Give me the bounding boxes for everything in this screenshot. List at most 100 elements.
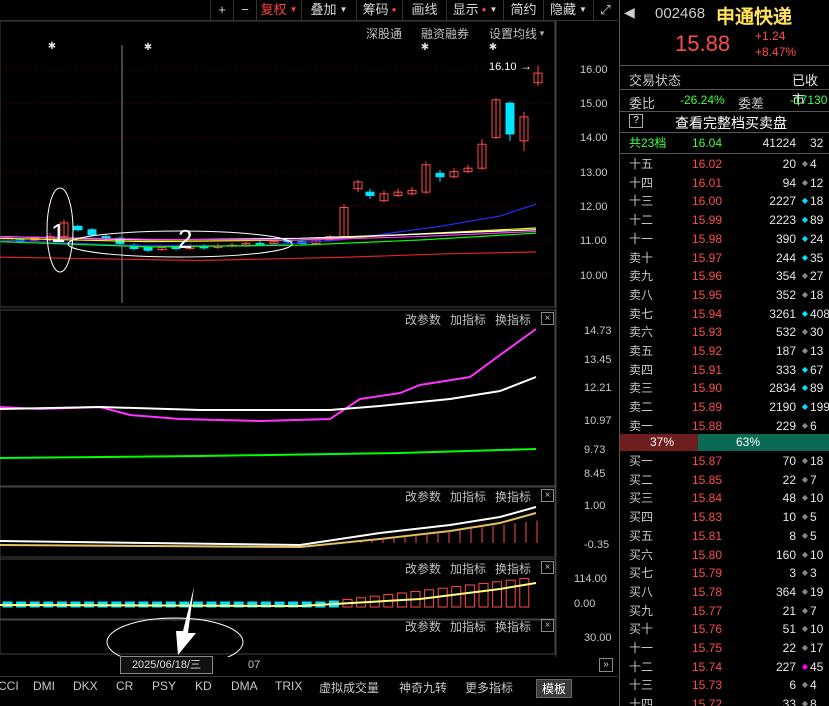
diamond-icon: ◆ — [801, 327, 808, 337]
order-book-row: 十一 15.75 22 17 ◆ — [620, 639, 829, 657]
panel-param-button[interactable]: 改参数 — [405, 618, 441, 635]
indicator-tab[interactable]: DKX — [73, 679, 98, 693]
fullscreen-icon[interactable]: ⤢ — [593, 0, 617, 20]
order-book-lbl: 卖六 — [629, 325, 654, 340]
annotation-1: 1 — [51, 218, 66, 248]
order-book-panel: ◀ 002468 申通快递 15.88 +1.24 +8.47% 交易状态 已收… — [619, 0, 829, 706]
help-icon[interactable]: ? — [629, 114, 643, 128]
panel-add-button[interactable]: 加指标 — [450, 488, 486, 505]
panel-add-button[interactable]: 加指标 — [450, 311, 486, 328]
order-book-price: 15.81 — [692, 528, 723, 543]
ma-settings-link[interactable]: 设置均线 — [489, 25, 537, 42]
indicator-tab[interactable]: CR — [116, 679, 133, 693]
annotation-ellipse-3 — [106, 617, 244, 667]
panel-switch-button[interactable]: 换指标 — [495, 618, 531, 635]
toolbar-button-label: 隐藏 — [550, 2, 577, 17]
indicator-tab[interactable]: CCI — [0, 679, 19, 693]
price-axis-tick: 16.00 — [580, 64, 608, 76]
order-book-vol: 6 — [789, 678, 796, 693]
order-book-extra: 8 — [810, 697, 817, 706]
indicator-tab[interactable]: DMI — [33, 679, 55, 693]
order-book-vol: 229 — [775, 418, 796, 433]
panel-switch-button[interactable]: 换指标 — [495, 488, 531, 505]
indicator-tab[interactable]: PSY — [152, 679, 176, 693]
panel-close-icon[interactable]: × — [541, 561, 554, 574]
ma-settings-caret-icon[interactable]: ▼ — [538, 29, 546, 38]
order-book-vol: 8 — [789, 528, 796, 543]
panel-param-button[interactable]: 改参数 — [405, 311, 441, 328]
order-book-row: 十五 16.02 20 4 ◆ — [620, 155, 829, 173]
margin-trading-link[interactable]: 融资融券 — [421, 25, 469, 42]
panel-close-icon[interactable]: × — [541, 619, 554, 632]
order-book-extra: 89 — [810, 213, 824, 228]
toolbar-button-7[interactable]: 简约 — [503, 0, 543, 20]
toolbar-button-6[interactable]: 显示 ● ▼ — [446, 0, 503, 20]
collapse-icon[interactable]: ◀ — [624, 4, 635, 21]
toolbar-button-1[interactable]: − — [233, 0, 256, 20]
order-book-vol: 160 — [775, 547, 796, 562]
order-book-extra: 199 — [810, 400, 829, 415]
full-order-book-link[interactable]: 查看完整档买卖盘 — [675, 113, 787, 133]
toolbar-button-3[interactable]: 叠加 ▼ — [301, 0, 356, 20]
panel-close-icon[interactable]: × — [541, 312, 554, 325]
order-book-vol: 532 — [775, 325, 796, 340]
panel-switch-button[interactable]: 换指标 — [495, 311, 531, 328]
panel-add-button[interactable]: 加指标 — [450, 560, 486, 577]
crosshair-date-box: 2025/06/18/三 — [120, 656, 213, 674]
price-axis-tick: 14.00 — [580, 132, 608, 144]
order-book-price: 15.74 — [692, 659, 723, 674]
order-book-lbl: 卖三 — [629, 381, 654, 396]
toolbar-button-0[interactable]: + — [210, 0, 233, 20]
panel-switch-button[interactable]: 换指标 — [495, 560, 531, 577]
indicator-tab[interactable]: 更多指标 — [465, 679, 513, 696]
toolbar-button-label: 复权 — [260, 2, 287, 17]
toolbar-button-5[interactable]: 画线 — [402, 0, 446, 20]
diamond-icon: ◆ — [801, 624, 808, 634]
order-book-lbl: 十三 — [629, 194, 654, 209]
indicator3-line-white — [0, 506, 537, 547]
indicator-tab[interactable]: DMA — [231, 679, 258, 693]
total-levels-row: 共23档 16.04 41224 32 — [620, 134, 829, 152]
order-book-row: 十三 15.73 6 4 ◆ — [620, 676, 829, 694]
caret-down-icon: ▼ — [579, 5, 587, 14]
event-marker: ✱ — [144, 42, 152, 53]
panel-param-button[interactable]: 改参数 — [405, 560, 441, 577]
scroll-right-icon[interactable]: » — [599, 658, 613, 672]
diamond-icon: ◆ — [801, 605, 808, 615]
indicator-axis-tick: 0.00 — [574, 598, 596, 610]
toolbar-button-8[interactable]: 隐藏 ▼ — [543, 0, 593, 20]
panel-close-icon[interactable]: × — [541, 489, 554, 502]
indicator-tab[interactable]: KD — [195, 679, 212, 693]
order-book-vol: 51 — [782, 622, 796, 637]
order-book-extra: 18 — [810, 194, 824, 209]
toolbar-button-4[interactable]: 筹码 ● — [356, 0, 402, 20]
indicator-tab[interactable]: 虚拟成交量 — [319, 679, 379, 696]
order-book-extra: 5 — [810, 528, 817, 543]
order-book-vol: 3 — [789, 566, 796, 581]
weibi-value: -26.24% — [680, 93, 725, 107]
toolbar-button-2[interactable]: 复权 ▼ — [256, 0, 301, 20]
indicator-tab[interactable]: 神奇九转 — [399, 679, 447, 696]
price-axis-tick: 15.00 — [580, 98, 608, 110]
order-book-extra: 10 — [810, 622, 824, 637]
order-book-extra: 5 — [810, 510, 817, 525]
hk-connect-link[interactable]: 深股通 — [366, 25, 402, 42]
caret-down-icon: ▼ — [339, 5, 348, 14]
order-book-price: 15.79 — [692, 566, 723, 581]
order-book-extra: 12 — [810, 175, 824, 190]
order-book-row: 卖四 15.91 333 67 ◆ — [620, 361, 829, 379]
indicator-tab[interactable]: 模板 — [536, 679, 573, 698]
panel-param-button[interactable]: 改参数 — [405, 488, 441, 505]
order-book-extra: 408 — [810, 306, 829, 321]
indicator-tab[interactable]: TRIX — [275, 679, 302, 693]
order-book-price: 15.84 — [692, 491, 723, 506]
order-book-lbl: 卖四 — [629, 362, 654, 377]
candle-body — [199, 246, 209, 249]
total-levels-extra: 32 — [810, 136, 824, 150]
order-book-price: 15.97 — [692, 250, 723, 265]
panel-add-button[interactable]: 加指标 — [450, 618, 486, 635]
diamond-icon: ◆ — [801, 456, 808, 465]
order-book-price: 15.92 — [692, 344, 723, 358]
order-book-extra: 7 — [810, 472, 817, 487]
order-book-extra: 67 — [810, 362, 824, 377]
